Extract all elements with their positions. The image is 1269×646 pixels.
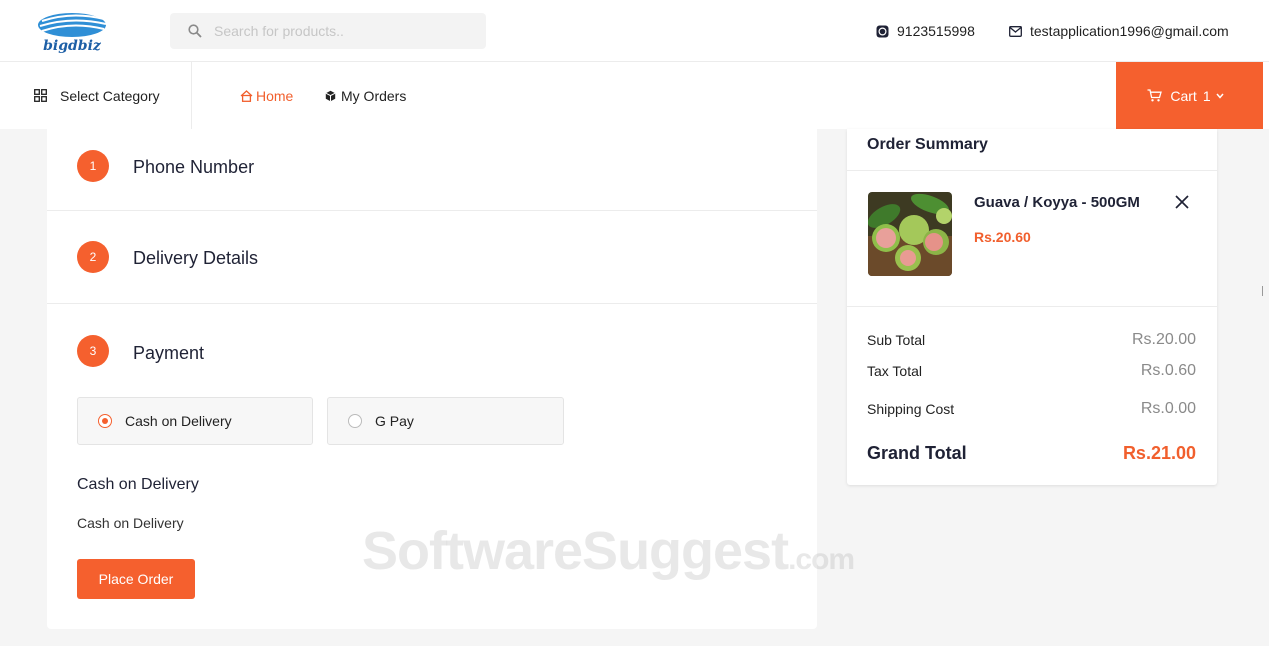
tax-total-label: Tax Total bbox=[867, 363, 922, 379]
select-category-label: Select Category bbox=[60, 87, 160, 104]
sub-total-value: Rs.20.00 bbox=[1131, 331, 1196, 348]
email-contact[interactable]: testapplication1996@gmail.com bbox=[1009, 23, 1229, 39]
scrollbar-marker[interactable] bbox=[1262, 286, 1267, 296]
top-header: bigdbiz 9123515998 testapplication1996@g… bbox=[0, 0, 1269, 62]
product-price: Rs.20.60 bbox=[974, 229, 1031, 245]
select-category-button[interactable]: Select Category bbox=[0, 62, 192, 129]
box-icon bbox=[325, 90, 336, 102]
payment-option-gpay[interactable]: G Pay bbox=[327, 397, 564, 445]
nav-home-label: Home bbox=[256, 88, 294, 104]
watermark-main: SoftwareSuggest bbox=[362, 521, 789, 581]
search-input[interactable] bbox=[214, 21, 474, 41]
watermark-suffix: .com bbox=[788, 543, 855, 576]
nav-my-orders-label: My Orders bbox=[341, 88, 407, 104]
divider bbox=[847, 306, 1217, 307]
step-phone-number[interactable]: 1 Phone Number bbox=[47, 129, 817, 211]
step-label: Payment bbox=[133, 343, 205, 363]
grand-total-label: Grand Total bbox=[867, 443, 967, 463]
step-number: 2 bbox=[77, 241, 109, 273]
nav-home-link[interactable]: Home bbox=[240, 88, 293, 104]
main-nav: Select Category Home My Orders Cart 1 bbox=[0, 62, 1269, 129]
search-icon bbox=[188, 24, 202, 38]
chevron-down-icon bbox=[1216, 93, 1224, 99]
phone-number: 9123515998 bbox=[897, 23, 975, 39]
nav-my-orders-link[interactable]: My Orders bbox=[325, 88, 406, 104]
selected-payment-description: Cash on Delivery bbox=[77, 515, 184, 531]
shipping-cost-value: Rs.0.00 bbox=[1140, 400, 1196, 417]
radio-unselected[interactable] bbox=[348, 414, 362, 428]
order-summary-title: Order Summary bbox=[867, 136, 988, 153]
step-payment[interactable]: 3 Payment bbox=[47, 304, 817, 397]
cart-icon bbox=[1147, 89, 1163, 102]
order-summary-panel: Order Summary Guava / Koyya - 500GM Rs.2… bbox=[847, 129, 1217, 485]
cart-button[interactable]: Cart 1 bbox=[1116, 62, 1263, 129]
product-name[interactable]: Guava / Koyya - 500GM bbox=[974, 194, 1140, 211]
payment-option-label: G Pay bbox=[375, 413, 414, 429]
grid-icon bbox=[34, 89, 47, 102]
step-number: 3 bbox=[77, 335, 109, 367]
tax-total-value: Rs.0.60 bbox=[1140, 362, 1196, 379]
home-icon bbox=[240, 90, 253, 102]
product-image bbox=[868, 192, 952, 276]
close-icon[interactable] bbox=[1175, 195, 1189, 209]
watermark: SoftwareSuggest.com bbox=[362, 520, 855, 582]
email-address: testapplication1996@gmail.com bbox=[1030, 23, 1229, 39]
whatsapp-icon bbox=[876, 25, 889, 37]
step-label: Phone Number bbox=[133, 157, 255, 177]
cart-count: 1 bbox=[1202, 87, 1211, 104]
radio-selected[interactable] bbox=[98, 414, 112, 428]
selected-payment-title: Cash on Delivery bbox=[77, 476, 199, 493]
mail-icon bbox=[1009, 25, 1022, 37]
step-delivery-details[interactable]: 2 Delivery Details bbox=[47, 211, 817, 304]
step-label: Delivery Details bbox=[133, 248, 259, 268]
phone-contact[interactable]: 9123515998 bbox=[876, 23, 975, 39]
shipping-cost-label: Shipping Cost bbox=[867, 401, 955, 417]
cart-label: Cart bbox=[1170, 87, 1197, 104]
sub-total-label: Sub Total bbox=[867, 332, 926, 348]
payment-option-label: Cash on Delivery bbox=[125, 413, 232, 429]
search-box[interactable] bbox=[170, 13, 486, 49]
bigdbiz-logo[interactable]: bigdbiz bbox=[22, 9, 122, 54]
payment-option-cash-on-delivery[interactable]: Cash on Delivery bbox=[77, 397, 313, 445]
grand-total-value: Rs.21.00 bbox=[1122, 443, 1196, 463]
svg-text:bigdbiz: bigdbiz bbox=[43, 38, 102, 53]
place-order-button[interactable]: Place Order bbox=[77, 559, 195, 599]
step-number: 1 bbox=[77, 150, 109, 182]
divider bbox=[847, 170, 1217, 171]
